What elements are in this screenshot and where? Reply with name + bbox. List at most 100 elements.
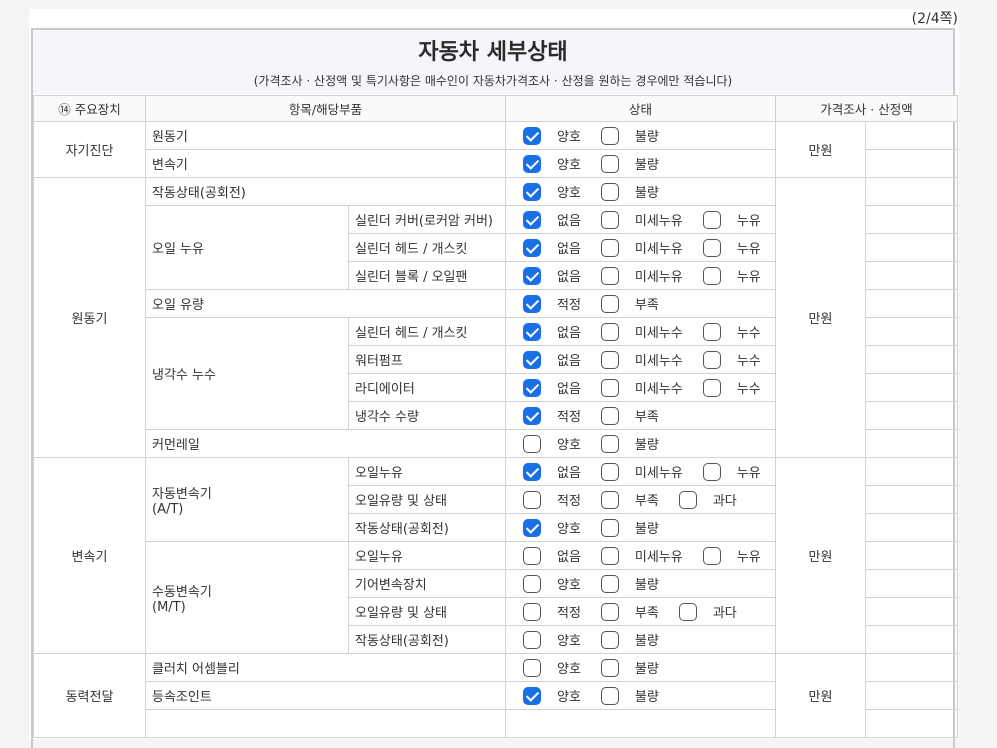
- status-option[interactable]: 불량: [600, 434, 679, 453]
- checkbox-unchecked[interactable]: [600, 658, 619, 677]
- status-option[interactable]: 양호: [523, 154, 601, 173]
- checkbox-unchecked[interactable]: [523, 546, 541, 565]
- checkbox-unchecked[interactable]: [600, 350, 619, 369]
- checkbox-checked[interactable]: [523, 462, 541, 481]
- status-option[interactable]: 양호: [523, 574, 601, 593]
- checkbox-unchecked[interactable]: [702, 462, 721, 481]
- checkbox-unchecked[interactable]: [600, 406, 619, 425]
- price-input[interactable]: [864, 401, 959, 430]
- price-input[interactable]: [864, 681, 959, 710]
- status-option[interactable]: 누수: [702, 350, 781, 369]
- price-input[interactable]: [864, 429, 959, 458]
- status-option[interactable]: 양호: [523, 182, 601, 201]
- checkbox-unchecked[interactable]: [600, 322, 619, 341]
- status-option[interactable]: 불량: [600, 154, 679, 173]
- checkbox-unchecked[interactable]: [600, 462, 619, 481]
- checkbox-unchecked[interactable]: [600, 686, 619, 705]
- status-option[interactable]: 양호: [523, 434, 601, 453]
- checkbox-unchecked[interactable]: [600, 154, 619, 173]
- status-option[interactable]: 부족: [600, 406, 679, 425]
- price-input[interactable]: [864, 541, 959, 570]
- checkbox-checked[interactable]: [523, 378, 541, 397]
- status-option[interactable]: 누유: [702, 546, 781, 565]
- price-input[interactable]: [864, 261, 959, 290]
- status-option[interactable]: 미세누유: [600, 238, 703, 257]
- price-input[interactable]: [864, 513, 959, 542]
- price-input[interactable]: [864, 597, 959, 626]
- checkbox-unchecked[interactable]: [600, 266, 619, 285]
- checkbox-checked[interactable]: [523, 238, 541, 257]
- status-option[interactable]: 미세누유: [600, 210, 703, 229]
- checkbox-unchecked[interactable]: [600, 238, 619, 257]
- status-option[interactable]: 누유: [702, 238, 781, 257]
- price-input[interactable]: [864, 653, 959, 682]
- checkbox-unchecked[interactable]: [702, 546, 721, 565]
- status-option[interactable]: 누유: [702, 266, 781, 285]
- checkbox-unchecked[interactable]: [600, 490, 619, 509]
- checkbox-unchecked[interactable]: [702, 350, 721, 369]
- status-option[interactable]: 양호: [523, 630, 601, 649]
- status-option[interactable]: 미세누유: [600, 462, 703, 481]
- status-option[interactable]: 양호: [523, 686, 601, 705]
- checkbox-unchecked[interactable]: [600, 182, 619, 201]
- price-input[interactable]: [864, 373, 959, 402]
- checkbox-checked[interactable]: [523, 126, 541, 145]
- price-input[interactable]: [864, 625, 959, 654]
- checkbox-unchecked[interactable]: [678, 490, 697, 509]
- checkbox-unchecked[interactable]: [600, 210, 619, 229]
- status-option[interactable]: 불량: [600, 182, 679, 201]
- checkbox-unchecked[interactable]: [523, 434, 541, 453]
- price-input[interactable]: [864, 233, 959, 262]
- status-option[interactable]: 적정: [523, 294, 601, 313]
- status-option[interactable]: 부족: [600, 294, 679, 313]
- price-input[interactable]: [864, 345, 959, 374]
- status-option[interactable]: 없음: [523, 266, 601, 285]
- status-option[interactable]: 미세누수: [600, 378, 703, 397]
- checkbox-checked[interactable]: [523, 154, 541, 173]
- checkbox-unchecked[interactable]: [702, 378, 721, 397]
- checkbox-unchecked[interactable]: [600, 602, 619, 621]
- price-input[interactable]: [864, 149, 959, 178]
- status-option[interactable]: 양호: [523, 126, 601, 145]
- checkbox-unchecked[interactable]: [600, 630, 619, 649]
- status-option[interactable]: 과다: [678, 602, 757, 621]
- status-option[interactable]: 미세누유: [600, 546, 703, 565]
- price-input[interactable]: [864, 457, 959, 486]
- status-option[interactable]: 부족: [600, 602, 679, 621]
- status-option[interactable]: 없음: [523, 210, 601, 229]
- checkbox-checked[interactable]: [523, 322, 541, 341]
- status-option[interactable]: 양호: [523, 658, 601, 677]
- status-option[interactable]: 누수: [702, 378, 781, 397]
- checkbox-unchecked[interactable]: [600, 574, 619, 593]
- checkbox-unchecked[interactable]: [702, 238, 721, 257]
- checkbox-checked[interactable]: [523, 518, 541, 537]
- checkbox-checked[interactable]: [523, 182, 541, 201]
- price-input[interactable]: [864, 205, 959, 234]
- status-option[interactable]: 적정: [523, 602, 601, 621]
- status-option[interactable]: 누수: [702, 322, 781, 341]
- price-input[interactable]: [864, 289, 959, 318]
- status-option[interactable]: 부족: [600, 490, 679, 509]
- status-option[interactable]: 적정: [523, 406, 601, 425]
- checkbox-unchecked[interactable]: [702, 322, 721, 341]
- checkbox-unchecked[interactable]: [523, 630, 541, 649]
- checkbox-unchecked[interactable]: [702, 266, 721, 285]
- status-option[interactable]: 없음: [523, 378, 601, 397]
- checkbox-unchecked[interactable]: [523, 574, 541, 593]
- checkbox-checked[interactable]: [523, 350, 541, 369]
- price-input[interactable]: [864, 121, 959, 150]
- checkbox-checked[interactable]: [523, 406, 541, 425]
- checkbox-unchecked[interactable]: [678, 602, 697, 621]
- status-option[interactable]: 없음: [523, 238, 601, 257]
- status-option[interactable]: 미세누수: [600, 350, 703, 369]
- status-option[interactable]: 과다: [678, 490, 757, 509]
- status-option[interactable]: 없음: [523, 546, 601, 565]
- status-option[interactable]: 양호: [523, 518, 601, 537]
- status-option[interactable]: 불량: [600, 686, 679, 705]
- price-input[interactable]: [864, 177, 959, 206]
- status-option[interactable]: 불량: [600, 630, 679, 649]
- checkbox-unchecked[interactable]: [600, 546, 619, 565]
- status-option[interactable]: 불량: [600, 518, 679, 537]
- status-option[interactable]: 미세누유: [600, 266, 703, 285]
- status-option[interactable]: 미세누수: [600, 322, 703, 341]
